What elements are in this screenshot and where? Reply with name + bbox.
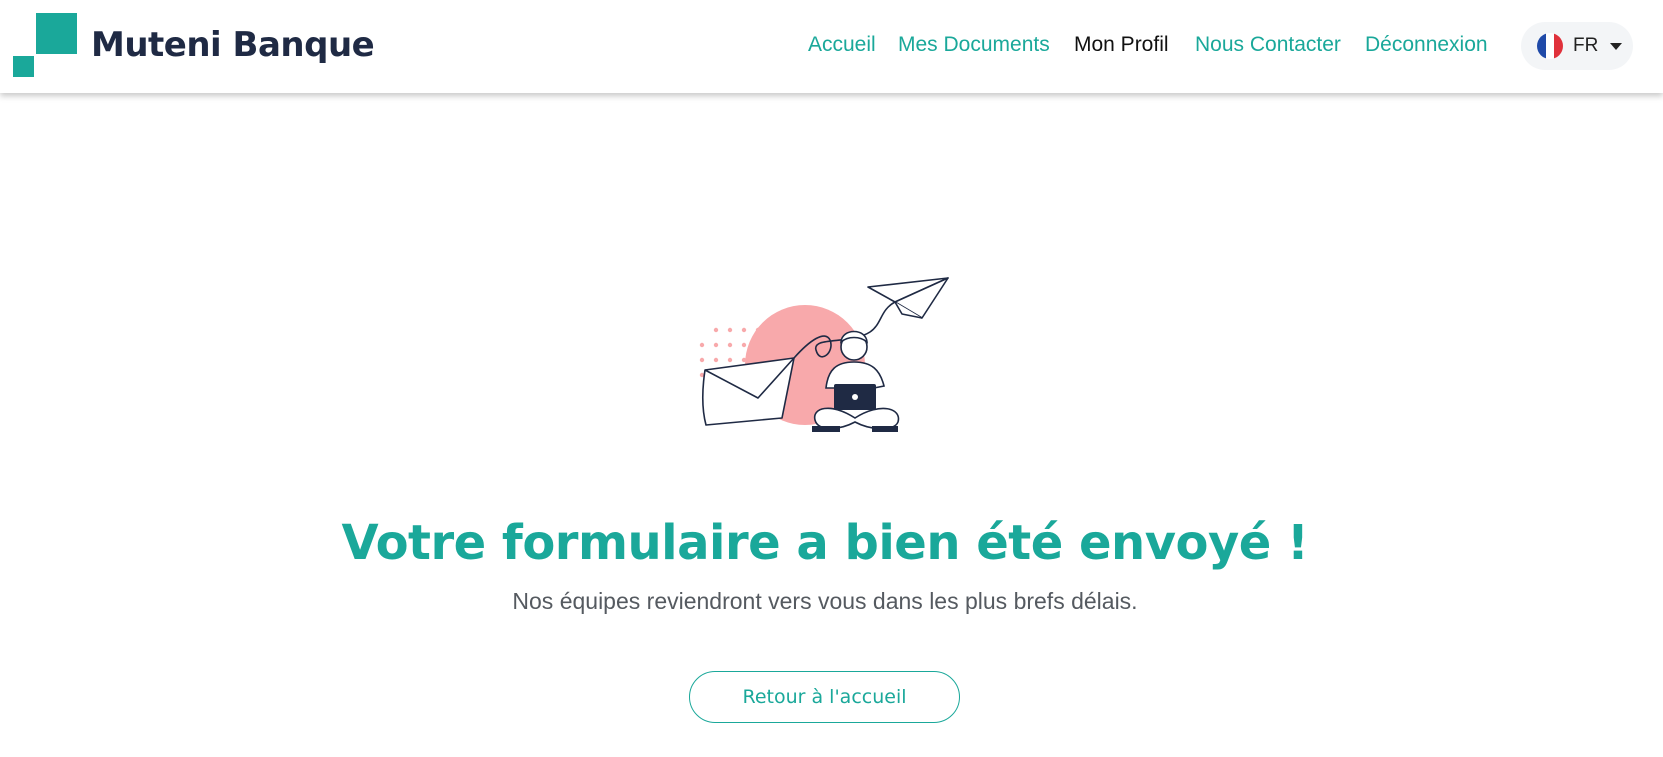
chevron-down-icon [1610,42,1623,50]
nav-link-accueil[interactable]: Accueil [808,33,876,57]
language-selector[interactable]: FR [1521,22,1633,70]
confirmation-headline: Votre formulaire a bien été envoyé ! [341,515,1309,571]
brand-logo-icon [13,13,77,77]
envelope-icon [702,357,795,426]
nav-link-nous-contacter[interactable]: Nous Contacter [1195,33,1341,57]
france-flag-icon [1537,33,1563,59]
language-code: FR [1573,35,1599,56]
brand[interactable]: Muteni Banque [13,13,375,77]
brand-name: Muteni Banque [91,25,375,65]
nav-link-mon-profil[interactable]: Mon Profil [1074,33,1169,57]
nav-link-mes-documents[interactable]: Mes Documents [898,33,1050,57]
confirmation-subtext: Nos équipes reviendront vers vous dans l… [512,588,1138,614]
paper-plane-icon [867,277,949,319]
back-to-home-button[interactable]: Retour à l'accueil [689,671,960,723]
top-navbar: Muteni Banque Accueil Mes Documents Mon … [0,0,1663,93]
nav-link-deconnexion[interactable]: Déconnexion [1365,33,1488,57]
sent-message-illustration [699,277,949,432]
